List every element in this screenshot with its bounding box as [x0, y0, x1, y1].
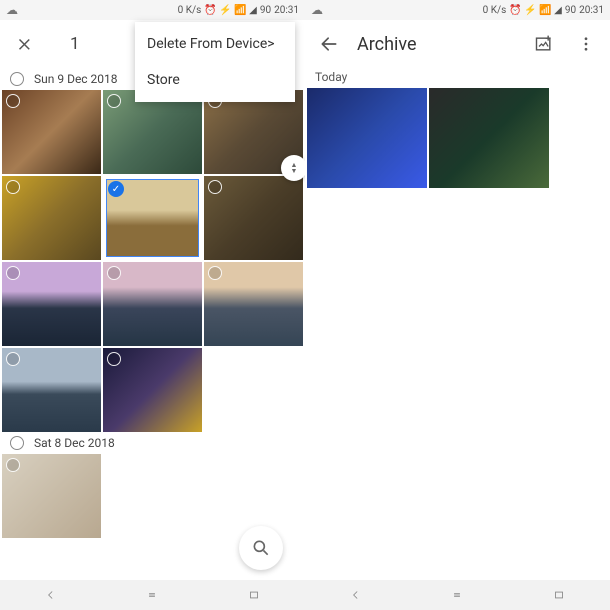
- home-nav-icon[interactable]: [447, 588, 467, 602]
- select-day-radio[interactable]: [10, 436, 24, 450]
- net-speed: 0 K/s: [483, 5, 507, 16]
- select-radio[interactable]: [208, 266, 222, 280]
- cloud-icon: ☁: [6, 3, 18, 17]
- overflow-menu: Delete From Device> Store: [135, 22, 295, 102]
- archive-thumb[interactable]: [429, 88, 549, 188]
- photo-thumb[interactable]: [204, 262, 303, 346]
- select-radio[interactable]: [208, 180, 222, 194]
- system-nav-bar: [305, 580, 610, 610]
- status-icons: ⏰ ⚡ 📶 ◢: [204, 5, 257, 16]
- back-nav-icon[interactable]: [346, 588, 366, 602]
- select-day-radio[interactable]: [10, 72, 24, 86]
- status-bar: ☁ 0 K/s ⏰ ⚡ 📶 ◢ 90 20:31: [0, 0, 305, 20]
- system-nav-bar: [0, 580, 305, 610]
- fast-scroll-handle[interactable]: ▲▼: [281, 155, 305, 181]
- close-icon[interactable]: [12, 32, 36, 56]
- selection-count: 1: [70, 34, 80, 54]
- photo-thumb-selected[interactable]: ✓: [103, 176, 202, 260]
- photo-thumb[interactable]: [2, 348, 101, 432]
- photo-thumb[interactable]: [103, 90, 202, 174]
- photo-thumb[interactable]: [2, 176, 101, 260]
- add-photo-icon[interactable]: [532, 32, 556, 56]
- archive-app-bar: Archive: [305, 20, 610, 68]
- date-section-2[interactable]: Sat 8 Dec 2018: [0, 432, 305, 454]
- select-radio[interactable]: [6, 458, 20, 472]
- battery-level: 90: [260, 5, 271, 16]
- battery-level: 90: [565, 5, 576, 16]
- archive-subheader: Today: [305, 68, 610, 88]
- photo-thumb[interactable]: [2, 90, 101, 174]
- clock: 20:31: [579, 5, 604, 16]
- more-icon[interactable]: [574, 32, 598, 56]
- photo-thumb[interactable]: [2, 262, 101, 346]
- cloud-icon: ☁: [311, 3, 323, 17]
- select-radio[interactable]: [6, 94, 20, 108]
- clock: 20:31: [274, 5, 299, 16]
- select-radio[interactable]: [6, 266, 20, 280]
- status-bar: ☁ 0 K/s ⏰ ⚡ 📶 ◢ 90 20:31: [305, 0, 610, 20]
- right-screen: ☁ 0 K/s ⏰ ⚡ 📶 ◢ 90 20:31 Archive Today: [305, 0, 610, 610]
- recents-nav-icon[interactable]: [244, 588, 264, 602]
- magnify-icon: [251, 538, 271, 558]
- select-radio[interactable]: [6, 352, 20, 366]
- archive-grid: [305, 88, 610, 188]
- left-screen: ☁ 0 K/s ⏰ ⚡ 📶 ◢ 90 20:31 1 Delete From D…: [0, 0, 305, 610]
- search-fab[interactable]: [239, 526, 283, 570]
- menu-store[interactable]: Store: [135, 62, 295, 98]
- net-speed: 0 K/s: [178, 5, 202, 16]
- date-label: Sun 9 Dec 2018: [34, 72, 118, 86]
- photo-thumb[interactable]: [103, 348, 202, 432]
- menu-delete-device[interactable]: Delete From Device>: [135, 26, 295, 62]
- select-radio[interactable]: [107, 352, 121, 366]
- select-radio[interactable]: [6, 180, 20, 194]
- select-radio[interactable]: [107, 94, 121, 108]
- date-label: Sat 8 Dec 2018: [34, 436, 115, 450]
- photo-thumb[interactable]: [103, 262, 202, 346]
- page-title: Archive: [357, 34, 516, 55]
- photo-thumb[interactable]: [2, 454, 101, 538]
- home-nav-icon[interactable]: [142, 588, 162, 602]
- select-radio[interactable]: [107, 266, 121, 280]
- status-icons: ⏰ ⚡ 📶 ◢: [509, 5, 562, 16]
- back-icon[interactable]: [317, 32, 341, 56]
- back-nav-icon[interactable]: [41, 588, 61, 602]
- recents-nav-icon[interactable]: [549, 588, 569, 602]
- photo-grid: ✓: [0, 90, 305, 432]
- check-icon: ✓: [108, 181, 124, 197]
- photo-thumb[interactable]: [204, 176, 303, 260]
- archive-thumb[interactable]: [307, 88, 427, 188]
